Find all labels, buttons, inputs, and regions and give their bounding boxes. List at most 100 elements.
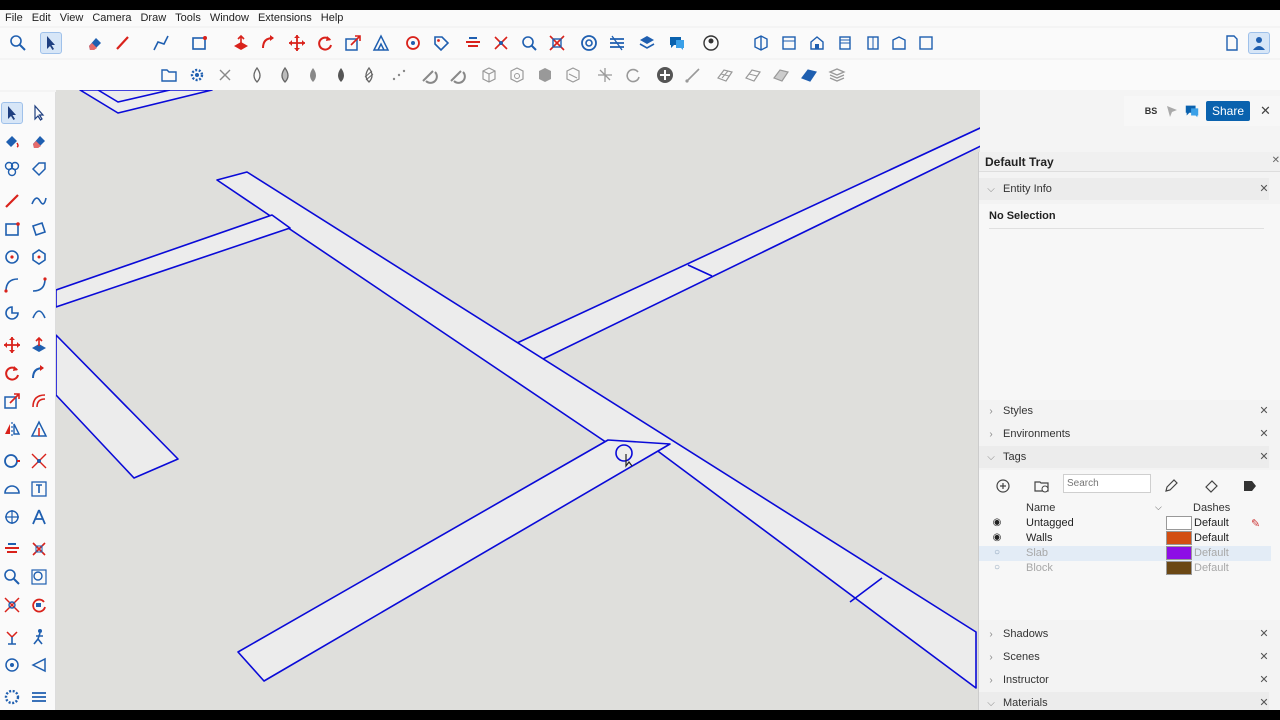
push-pull-icon[interactable] (230, 32, 252, 54)
close-x-icon[interactable] (214, 64, 236, 86)
previous-view-icon[interactable] (28, 594, 50, 616)
axes-icon[interactable] (594, 64, 616, 86)
sandbox-tool-icon[interactable] (28, 686, 50, 708)
follow-me-icon[interactable] (258, 32, 280, 54)
section-tool-icon[interactable] (1, 538, 23, 560)
cube-shaded-icon[interactable] (534, 64, 556, 86)
front-view-icon[interactable] (806, 32, 828, 54)
push-pull-tool-icon[interactable] (28, 334, 50, 356)
chat-bubble-icon[interactable] (1182, 101, 1202, 121)
line-icon[interactable] (150, 32, 172, 54)
tray-close-icon[interactable]: ✕ (1272, 155, 1280, 166)
tag-dashes[interactable]: Default (1194, 517, 1229, 529)
styles-tool-icon[interactable] (1, 686, 23, 708)
menu-draw[interactable]: Draw (139, 12, 172, 24)
surface-3-icon[interactable] (770, 64, 792, 86)
eye-icon[interactable]: ◉ (991, 517, 1003, 529)
offset-tool-icon[interactable] (28, 390, 50, 412)
tag-color-swatch[interactable] (1166, 546, 1192, 560)
position-camera-icon[interactable] (1, 626, 23, 648)
protractor-icon[interactable] (370, 32, 392, 54)
panel-environments[interactable]: › Environments ✕ (979, 423, 1269, 445)
freehand-icon[interactable] (28, 190, 50, 212)
tag-dashes[interactable]: Default (1194, 532, 1229, 544)
left-view-icon[interactable] (888, 32, 910, 54)
surface-2-icon[interactable] (742, 64, 764, 86)
profile-panel-icon[interactable] (1248, 32, 1270, 54)
tag-search-input[interactable] (1063, 474, 1151, 493)
tape-tool-icon[interactable] (1, 450, 23, 472)
drop-dark-icon[interactable] (330, 64, 352, 86)
chevron-down-icon[interactable]: ⌵ (1155, 502, 1162, 513)
sandbox-icon[interactable] (606, 32, 628, 54)
drop-half-icon[interactable] (274, 64, 296, 86)
pencil-icon[interactable] (112, 32, 134, 54)
offset-icon[interactable] (462, 32, 484, 54)
add-folder-icon[interactable] (1032, 476, 1052, 496)
panel-styles[interactable]: › Styles ✕ (979, 400, 1269, 422)
menu-view[interactable]: View (59, 12, 90, 24)
pointer-icon[interactable] (1162, 101, 1182, 121)
cube-hidden-icon[interactable] (506, 64, 528, 86)
close-icon[interactable]: ✕ (1257, 696, 1271, 710)
section-plane-icon[interactable] (402, 32, 424, 54)
arc-tool-icon[interactable] (1, 274, 23, 296)
pie-tool-icon[interactable] (1, 302, 23, 324)
panel-scenes[interactable]: › Scenes ✕ (979, 646, 1269, 668)
panel-entity-info[interactable]: ⌵ Entity Info ✕ (979, 178, 1269, 200)
polygon-tool-icon[interactable] (28, 246, 50, 268)
tape-measure-icon[interactable] (490, 32, 512, 54)
circle-tool-icon[interactable] (1, 246, 23, 268)
close-icon[interactable]: ✕ (1257, 650, 1271, 664)
search-icon[interactable] (7, 32, 29, 54)
scale-icon[interactable] (342, 32, 364, 54)
close-icon[interactable]: ✕ (1257, 627, 1271, 641)
move-icon[interactable] (286, 32, 308, 54)
tag-row-slab[interactable]: ○ Slab Default (979, 546, 1271, 561)
two-point-arc-icon[interactable] (28, 274, 50, 296)
components-icon[interactable] (1, 158, 23, 180)
line-tool-left-icon[interactable] (1, 190, 23, 212)
zoom-extents-tool-icon[interactable] (1, 594, 23, 616)
surface-4-icon[interactable] (798, 64, 820, 86)
drop-outline-icon[interactable] (246, 64, 268, 86)
profile-icon[interactable] (700, 32, 722, 54)
tag-row-walls[interactable]: ◉ Walls Default (979, 531, 1271, 546)
magnet-icon[interactable] (418, 64, 440, 86)
right-view-icon[interactable] (834, 32, 856, 54)
menu-file[interactable]: File (4, 12, 29, 24)
column-name-header[interactable]: Name (1026, 502, 1055, 514)
protractor-tool-icon[interactable] (1, 478, 23, 500)
tag-row-untagged[interactable]: ◉ Untagged Default ✎ (979, 516, 1271, 531)
menu-window[interactable]: Window (209, 12, 255, 24)
close-icon[interactable]: ✕ (1257, 404, 1271, 418)
layers-icon[interactable] (578, 32, 600, 54)
bottom-view-icon[interactable] (915, 32, 937, 54)
folder-icon[interactable] (158, 64, 180, 86)
zoom-window-icon[interactable] (28, 566, 50, 588)
menu-edit[interactable]: Edit (31, 12, 57, 24)
scale-tool-icon[interactable] (1, 390, 23, 412)
line-tool-icon[interactable] (682, 64, 704, 86)
panel-instructor[interactable]: › Instructor ✕ (979, 669, 1269, 691)
lasso-select-icon[interactable] (28, 102, 50, 124)
tag-color-swatch[interactable] (1166, 516, 1192, 530)
rectangle-tool-icon[interactable] (1, 218, 23, 240)
orbit-tool-icon[interactable] (28, 654, 50, 676)
follow-me-tool-icon[interactable] (28, 362, 50, 384)
new-file-icon[interactable] (1221, 32, 1243, 54)
dimension-tool-icon[interactable] (28, 450, 50, 472)
rotate-tool-icon[interactable] (1, 362, 23, 384)
menu-tools[interactable]: Tools (174, 12, 207, 24)
iso-view-icon[interactable] (750, 32, 772, 54)
position-camera-tool-icon[interactable] (28, 418, 50, 440)
tag-row-block[interactable]: ○ Block Default (979, 561, 1271, 576)
add-icon[interactable] (654, 64, 676, 86)
zoom-tool-icon[interactable] (1, 566, 23, 588)
rectangle-icon[interactable] (188, 32, 210, 54)
drop-striped-icon[interactable] (358, 64, 380, 86)
tag-color-icon[interactable] (1201, 476, 1221, 496)
close-icon[interactable]: ✕ (1257, 673, 1271, 687)
orbit-icon[interactable] (622, 64, 644, 86)
close-share-icon[interactable]: ✕ (1260, 103, 1271, 119)
